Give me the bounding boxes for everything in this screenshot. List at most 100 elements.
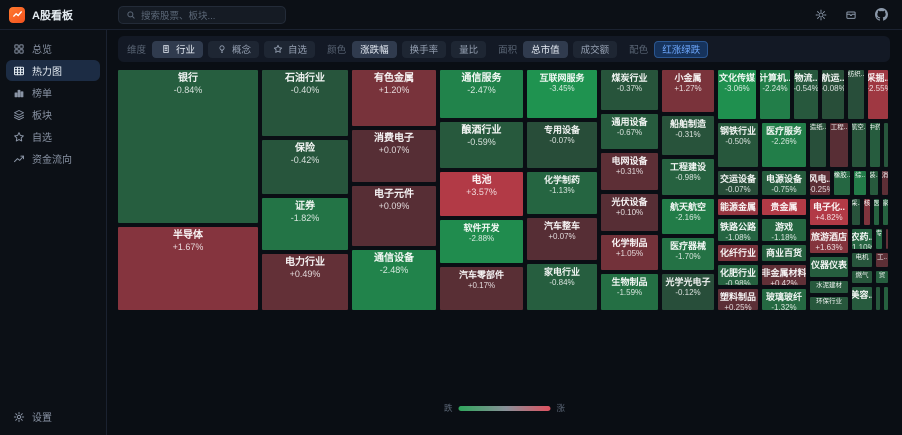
- treemap-cell[interactable]: 贵金属: [762, 199, 806, 215]
- treemap-cell[interactable]: 小金属 +1.27%: [662, 70, 714, 112]
- treemap-cell[interactable]: 医疗服务 -2.26%: [762, 123, 806, 167]
- filter-chip-area-turnover-amount[interactable]: 成交额: [572, 40, 618, 58]
- treemap-cell[interactable]: 家电行业 -0.84%: [527, 264, 597, 310]
- treemap-cell[interactable]: 家: [883, 199, 888, 225]
- treemap-cell[interactable]: 电池 +3.57%: [440, 172, 523, 216]
- treemap-cell[interactable]: 汽车零部件 +0.17%: [440, 267, 523, 310]
- treemap-cell[interactable]: 半导体 +1.67%: [118, 227, 258, 310]
- treemap-cell[interactable]: 通信设备 -2.48%: [352, 250, 436, 310]
- treemap-cell[interactable]: 文化传媒 -3.06%: [718, 70, 756, 119]
- treemap-cell[interactable]: 银行 -0.84%: [118, 70, 258, 223]
- treemap-cell[interactable]: 化学制品 +1.05%: [601, 235, 658, 270]
- treemap-cell[interactable]: 化肥行业 -0.98%: [718, 265, 758, 285]
- treemap-cell[interactable]: 消: [882, 171, 888, 195]
- treemap-cell[interactable]: 酿酒行业 -0.59%: [440, 122, 523, 168]
- sidebar-item-sectors[interactable]: 板块: [6, 104, 100, 125]
- treemap-cell[interactable]: 证券 -1.82%: [262, 198, 348, 250]
- treemap-cell[interactable]: 船舶制造 -0.31%: [662, 116, 714, 155]
- treemap-cell[interactable]: 保险 -0.42%: [262, 140, 348, 194]
- treemap-cell[interactable]: 中药: [870, 123, 880, 167]
- treemap-cell[interactable]: 装..: [870, 171, 878, 195]
- filter-chip-scheme-red-up-green-down[interactable]: 红涨绿跌: [654, 40, 709, 58]
- sidebar-item-watchlist[interactable]: 自选: [6, 126, 100, 147]
- treemap-cell[interactable]: 电网设备 +0.31%: [601, 153, 658, 190]
- sidebar-item-fund-flow[interactable]: 资金流向: [6, 148, 100, 169]
- treemap-cell[interactable]: 美容..: [852, 287, 872, 310]
- search-input[interactable]: 搜索股票、板块...: [118, 5, 286, 24]
- sidebar-item-heatmap[interactable]: 热力图: [6, 60, 100, 81]
- github-button[interactable]: [870, 4, 892, 26]
- treemap-cell[interactable]: 采掘..+2.55%: [868, 70, 888, 119]
- filter-chip-color-turnover-rate[interactable]: 换手率: [401, 40, 447, 58]
- treemap-cell[interactable]: 通用设备 -0.67%: [601, 114, 658, 149]
- filter-chip-color-volume-ratio[interactable]: 量比: [451, 40, 487, 58]
- treemap-cell[interactable]: 钢铁行业 -0.50%: [718, 123, 758, 167]
- treemap-cell[interactable]: 光学光电子 -0.12%: [662, 274, 714, 310]
- treemap-cell[interactable]: 工程建设 -0.98%: [662, 159, 714, 195]
- treemap-cell[interactable]: 光伏设备 +0.10%: [601, 194, 658, 231]
- treemap-cell[interactable]: 工程..: [830, 123, 848, 167]
- treemap-cell[interactable]: 旅游酒店 +1.63%: [810, 229, 848, 253]
- treemap-cell[interactable]: 航空..: [852, 123, 866, 167]
- treemap-cell[interactable]: 游戏 -1.18%: [762, 219, 806, 241]
- treemap-cell[interactable]: 电源设备 -0.75%: [762, 171, 806, 195]
- treemap-cell[interactable]: 纺织..: [848, 70, 864, 119]
- treemap-cell[interactable]: 电力行业 +0.49%: [262, 254, 348, 310]
- treemap-cell[interactable]: 互联网服务 -3.45%: [527, 70, 597, 118]
- treemap-cell[interactable]: 有色金属 +1.20%: [352, 70, 436, 126]
- treemap-cell[interactable]: 商业百货: [762, 245, 806, 261]
- treemap-cell[interactable]: 风电..+0.25%: [810, 171, 830, 195]
- treemap-cell[interactable]: 橡胶..: [834, 171, 850, 195]
- treemap-cell[interactable]: 专用设备 -0.07%: [527, 122, 597, 168]
- treemap-cell[interactable]: 航天航空 -2.16%: [662, 199, 714, 234]
- treemap-cell[interactable]: 燃气: [852, 271, 872, 283]
- archive-button[interactable]: [840, 4, 862, 26]
- treemap-cell[interactable]: 贸: [876, 271, 888, 283]
- treemap-cell[interactable]: 物流.. -0.54%: [794, 70, 818, 119]
- filter-chip-area-market-cap[interactable]: 总市值: [523, 40, 568, 58]
- treemap-cell[interactable]: 仪器仪表: [810, 257, 848, 277]
- treemap-cell[interactable]: 工..: [876, 253, 888, 267]
- treemap-cell[interactable]: 计算机.. -2.24%: [760, 70, 790, 119]
- filter-chip-dimension-watchlist[interactable]: 自选: [264, 40, 316, 58]
- treemap-cell[interactable]: 玻璃玻纤 -1.32%: [762, 289, 806, 310]
- treemap-cell[interactable]: 能源金属: [718, 199, 758, 215]
- treemap-cell[interactable]: 煤炭行业 -0.37%: [601, 70, 658, 110]
- treemap-cell[interactable]: 通信服务 -2.47%: [440, 70, 523, 118]
- treemap-cell[interactable]: 医: [874, 199, 879, 225]
- treemap-cell[interactable]: 化纤行业: [718, 245, 758, 261]
- filter-chip-dimension-concept[interactable]: 概念: [208, 40, 260, 58]
- sidebar-item-overview[interactable]: 总览: [6, 38, 100, 59]
- sidebar-item-settings[interactable]: 设置: [6, 406, 100, 427]
- treemap-cell[interactable]: 石油行业 -0.40%: [262, 70, 348, 136]
- treemap-cell[interactable]: 软件开发 -2.88%: [440, 220, 523, 263]
- treemap-cell[interactable]: [884, 123, 888, 167]
- filter-chip-dimension-industry[interactable]: 行业: [152, 40, 204, 58]
- treemap-cell[interactable]: 电子化.. +4.82%: [810, 199, 848, 225]
- treemap-cell[interactable]: 铁路公路 -1.08%: [718, 219, 758, 241]
- treemap-cell[interactable]: 水泥建材: [810, 281, 848, 293]
- treemap-cell[interactable]: [886, 229, 888, 249]
- treemap-cell[interactable]: 造纸..: [810, 123, 826, 167]
- treemap-cell[interactable]: 专: [876, 229, 882, 249]
- treemap-cell[interactable]: 综..: [854, 171, 866, 195]
- treemap-cell[interactable]: 塑料制品 +0.25%: [718, 289, 758, 310]
- treemap-cell[interactable]: 采..: [852, 199, 860, 225]
- theme-toggle-button[interactable]: [810, 4, 832, 26]
- treemap-cell[interactable]: 生物制品 -1.59%: [601, 274, 658, 310]
- treemap-cell[interactable]: [884, 287, 888, 310]
- treemap-cell[interactable]: 核: [864, 199, 870, 225]
- treemap-cell[interactable]: 交运设备 -0.07%: [718, 171, 758, 195]
- treemap-cell[interactable]: 电机: [852, 253, 872, 267]
- treemap-cell[interactable]: 非金属材料 +0.42%: [762, 265, 806, 285]
- treemap-cell[interactable]: 汽车整车 +0.07%: [527, 218, 597, 260]
- treemap-cell[interactable]: 消费电子 +0.07%: [352, 130, 436, 182]
- treemap-cell[interactable]: 化学制药 -1.13%: [527, 172, 597, 214]
- treemap-cell[interactable]: 环保行业: [810, 297, 848, 310]
- treemap-cell[interactable]: 航运..-0.08%: [822, 70, 844, 119]
- treemap-cell[interactable]: 医疗器械 -1.70%: [662, 238, 714, 270]
- treemap-cell[interactable]: 电子元件 +0.09%: [352, 186, 436, 246]
- filter-chip-color-change-pct[interactable]: 涨跌幅: [352, 40, 397, 58]
- sidebar-item-leaderboard[interactable]: 榜单: [6, 82, 100, 103]
- treemap-cell[interactable]: [876, 287, 880, 310]
